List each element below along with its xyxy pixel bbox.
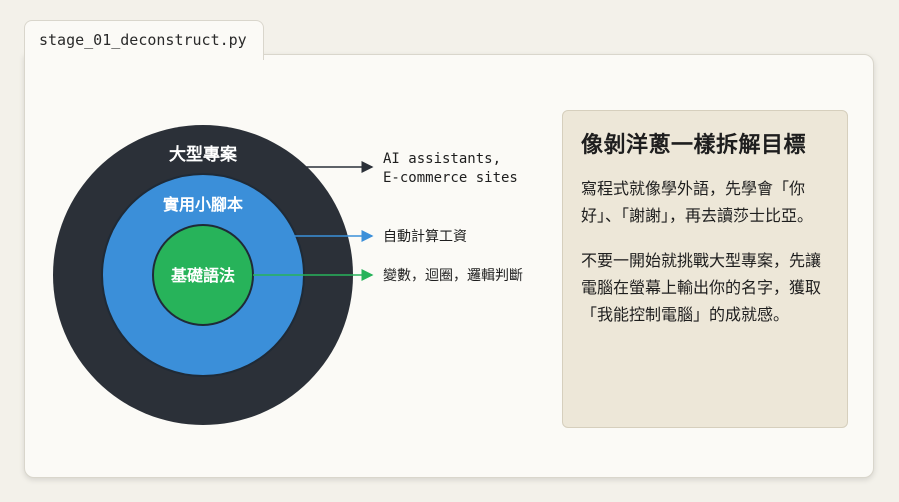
outer-layer-annotation-line2: E-commerce sites [383, 170, 518, 186]
file-tab-label: stage_01_deconstruct.py [39, 31, 247, 49]
panel-title: 像剝洋蔥一樣拆解目標 [581, 133, 807, 158]
panel-paragraph-1: 寫程式就像學外語，先學會「你好」、「謝謝」，再去讀莎士比亞。 [581, 179, 814, 225]
inner-layer-label: 基礎語法 [170, 266, 235, 285]
middle-layer-label: 實用小腳本 [163, 195, 243, 214]
inner-layer-annotation: 變數，迴圈，邏輯判斷 [383, 268, 523, 284]
middle-layer-annotation: 自動計算工資 [383, 229, 467, 245]
outer-layer-label: 大型專案 [169, 144, 238, 165]
outer-layer-annotation-line1: AI assistants, [383, 151, 501, 167]
panel-paragraph-2: 不要一開始就挑戰大型專案，先讓電腦在螢幕上輸出你的名字，獲取「我能控制電腦」的成… [581, 251, 822, 324]
explanation-panel: 像剝洋蔥一樣拆解目標 寫程式就像學外語，先學會「你好」、「謝謝」，再去讀莎士比亞… [562, 110, 848, 428]
